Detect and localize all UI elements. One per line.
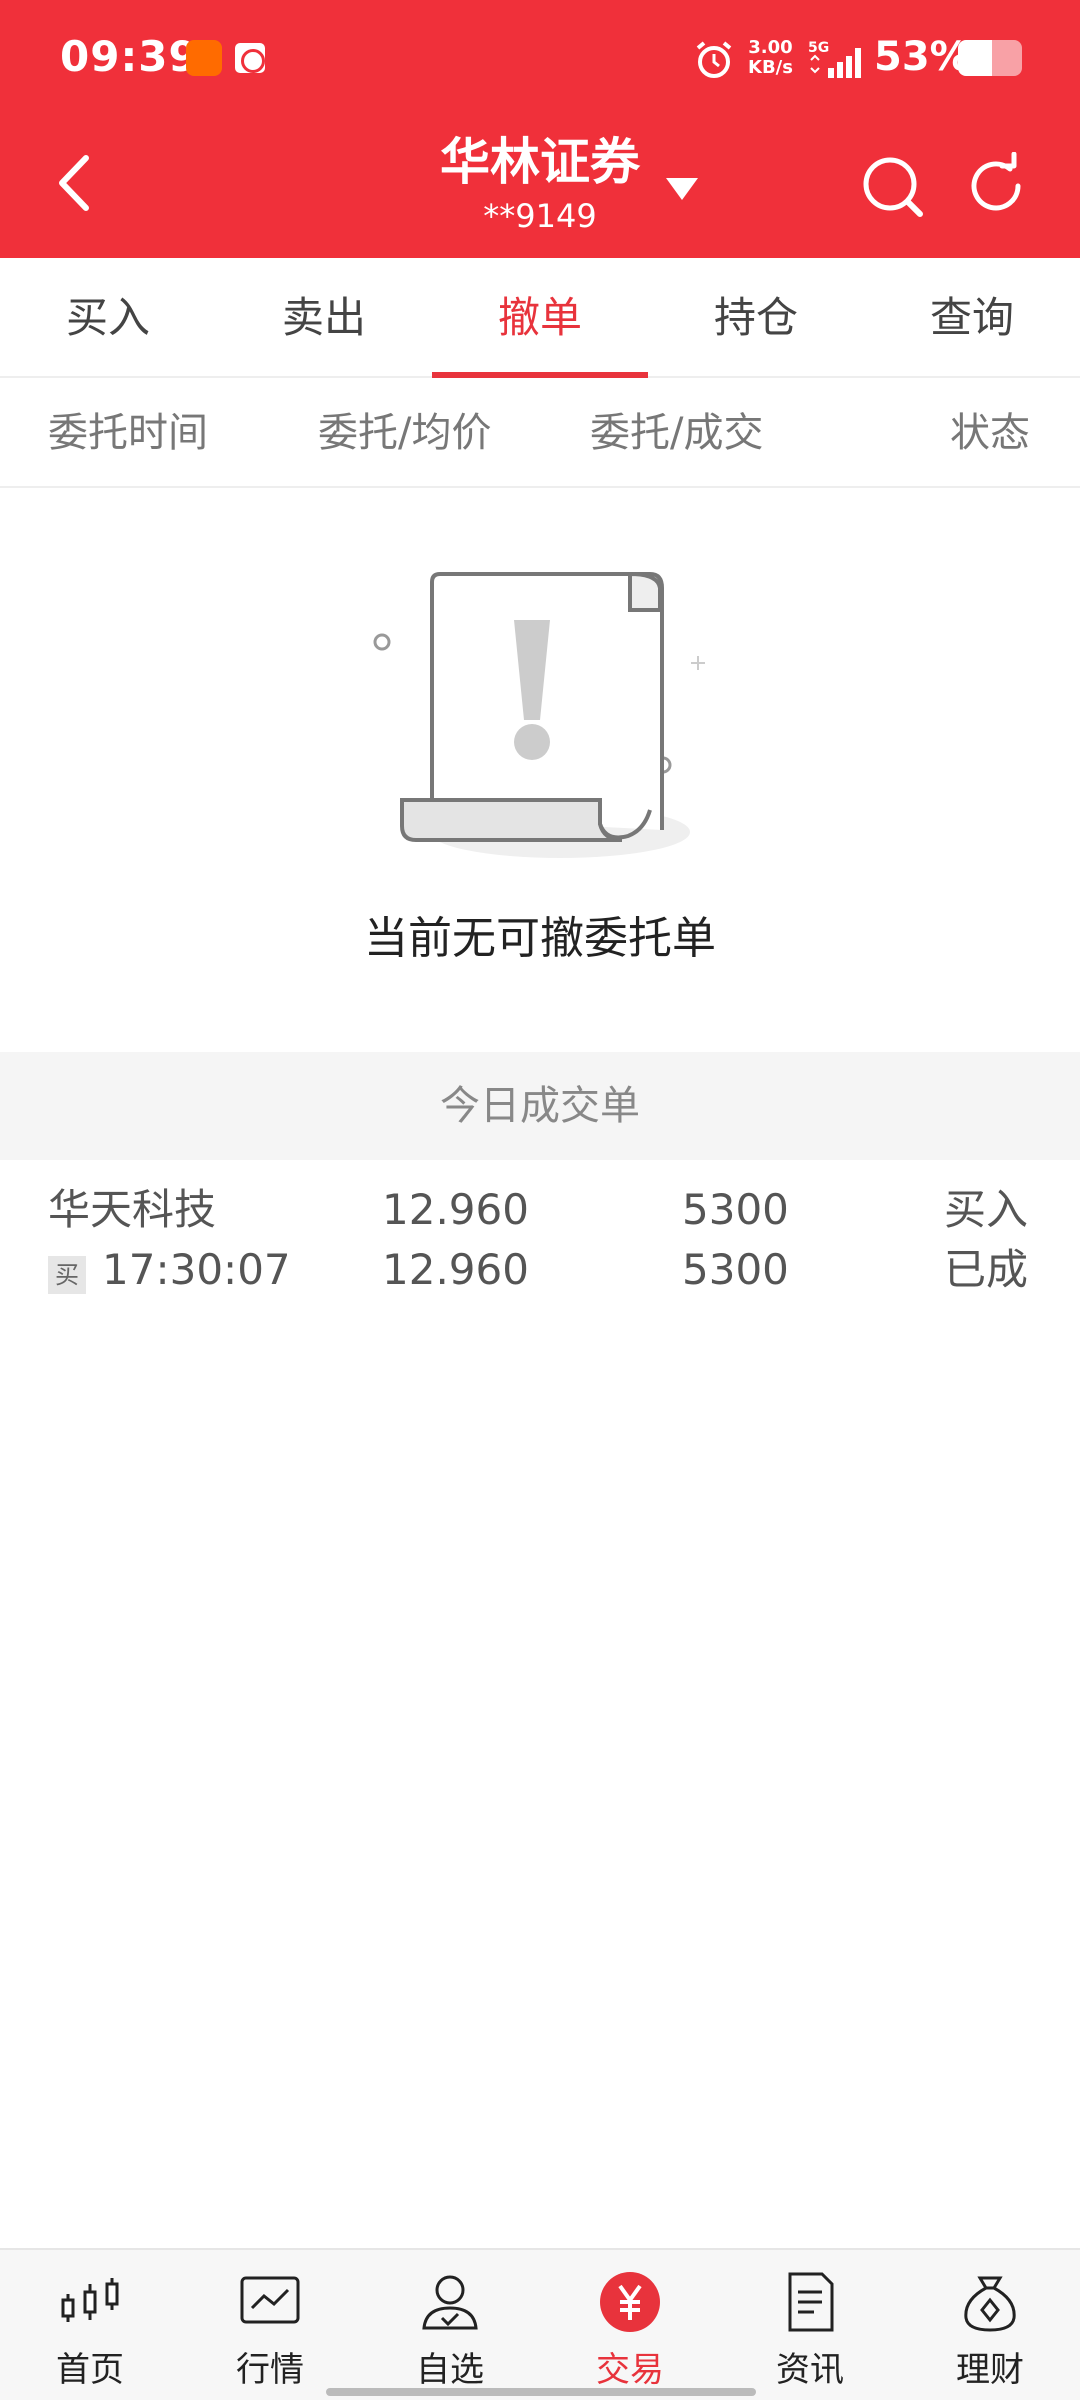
filled-quantity: 5300 xyxy=(682,1245,789,1294)
title-bar: 华林证券 **9149 xyxy=(0,118,1080,258)
nav-trade[interactable]: 交易 xyxy=(540,2250,720,2400)
column-header-price: 委托/均价 xyxy=(318,410,492,456)
net-speed: 3.00 KB/s xyxy=(748,38,793,78)
status-bar: 09:39 3.00 KB/s 5G 53% xyxy=(0,0,1080,118)
alarm-icon xyxy=(696,41,732,78)
net-speed-value: 3.00 xyxy=(748,37,793,58)
column-header-quantity: 委托/成交 xyxy=(590,410,764,456)
empty-message: 当前无可撤委托单 xyxy=(364,913,716,964)
today-deals-header: 今日成交单 xyxy=(0,1052,1080,1160)
refresh-icon[interactable] xyxy=(962,152,1030,220)
nav-label: 自选 xyxy=(416,2350,484,2390)
nav-wealth[interactable]: 理财 xyxy=(900,2250,1080,2400)
tab-buy[interactable]: 买入 xyxy=(0,258,216,376)
nav-label: 行情 xyxy=(236,2350,304,2390)
net-speed-unit: KB/s xyxy=(748,57,793,78)
tab-sell[interactable]: 卖出 xyxy=(216,258,432,376)
nav-label: 资讯 xyxy=(776,2350,844,2390)
order-price: 12.960 xyxy=(382,1185,529,1234)
nav-label: 理财 xyxy=(956,2350,1024,2390)
search-icon[interactable] xyxy=(858,152,926,220)
chart-icon xyxy=(240,2276,300,2324)
status-time: 09:39 xyxy=(60,32,199,81)
buy-tag: 买 xyxy=(48,1256,86,1294)
candlestick-icon xyxy=(61,2278,119,2322)
bank-icon xyxy=(232,40,268,76)
column-header-time: 委托时间 xyxy=(48,410,208,456)
bottom-nav: 首页 行情 自选 交易 资讯 理财 xyxy=(0,2248,1080,2400)
column-header-status: 状态 xyxy=(950,410,1030,456)
header: 09:39 3.00 KB/s 5G 53% 华林证券 **9149 xyxy=(0,0,1080,258)
nav-label: 交易 xyxy=(596,2350,664,2390)
weibo-icon xyxy=(186,40,222,76)
caret-down-icon[interactable] xyxy=(664,174,700,204)
signal-icon: 5G xyxy=(808,40,861,78)
stock-name: 华天科技 xyxy=(48,1185,217,1234)
deal-row[interactable]: 华天科技 买 17:30:07 12.960 12.960 5300 5300 … xyxy=(0,1180,1080,1310)
avg-price: 12.960 xyxy=(382,1245,529,1294)
yuan-icon xyxy=(600,2272,660,2332)
nav-watchlist[interactable]: 自选 xyxy=(360,2250,540,2400)
nav-news[interactable]: 资讯 xyxy=(720,2250,900,2400)
battery-percent: 53% xyxy=(874,34,970,80)
deal-status: 已成 xyxy=(944,1245,1029,1294)
home-indicator[interactable] xyxy=(326,2388,756,2396)
column-headers: 委托时间 委托/均价 委托/成交 状态 xyxy=(0,378,1080,488)
nav-home[interactable]: 首页 xyxy=(0,2250,180,2400)
user-check-icon xyxy=(422,2275,478,2330)
tab-query[interactable]: 查询 xyxy=(864,258,1080,376)
tab-positions[interactable]: 持仓 xyxy=(648,258,864,376)
battery-fill xyxy=(958,40,992,76)
document-icon xyxy=(788,2272,834,2332)
order-quantity: 5300 xyxy=(682,1185,789,1234)
trade-tabs: 买入 卖出 撤单 持仓 查询 xyxy=(0,258,1080,378)
battery-icon xyxy=(958,40,1022,76)
network-label: 5G xyxy=(808,40,829,56)
tab-cancel[interactable]: 撤单 xyxy=(432,258,648,378)
money-bag-icon xyxy=(964,2276,1016,2332)
nav-market[interactable]: 行情 xyxy=(180,2250,360,2400)
empty-document-icon xyxy=(373,571,705,858)
deal-time: 17:30:07 xyxy=(102,1245,291,1294)
back-icon[interactable] xyxy=(44,148,114,218)
trade-direction: 买入 xyxy=(944,1185,1029,1234)
nav-label: 首页 xyxy=(56,2350,124,2390)
